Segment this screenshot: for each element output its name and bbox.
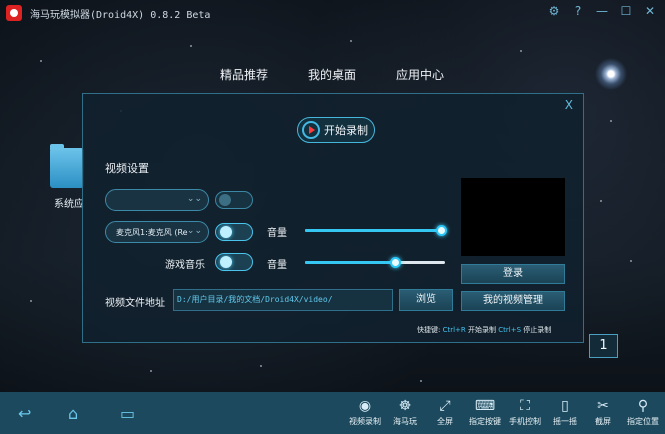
hint-prefix: 快捷键: [417, 326, 441, 334]
tab-featured[interactable]: 精品推荐 [220, 66, 268, 83]
hint-action-start: 开始录制 [468, 326, 497, 334]
game-music-label: 游戏音乐 [165, 260, 205, 271]
desktop-app-icon[interactable] [50, 144, 84, 188]
tool-label: 全屏 [437, 417, 453, 426]
tool-key-mapping[interactable]: ⌨ 指定按键 [466, 396, 504, 427]
mic-volume-label: 音量 [267, 228, 287, 239]
hint-action-stop: 停止录制 [523, 326, 552, 334]
title-bar: 海马玩模拟器(Droid4X) 0.8.2 Beta ⚙ ? — ☐ ✕ [0, 0, 665, 26]
shake-icon: ▯ [561, 398, 569, 414]
music-volume-fill [305, 261, 396, 264]
galaxy-logo-icon [595, 58, 627, 90]
maximize-icon[interactable]: ☐ [619, 4, 633, 18]
toggle-knob [220, 226, 232, 238]
home-icon[interactable]: ⌂ [68, 404, 78, 423]
tool-location[interactable]: ⚲ 指定位置 [624, 396, 662, 427]
tab-app-center[interactable]: 应用中心 [396, 66, 444, 83]
browse-button[interactable]: 浏览 [399, 289, 453, 311]
start-record-button[interactable]: 开始录制 [297, 117, 375, 143]
keyboard-icon: ⌨ [474, 398, 496, 414]
desktop-app-label: 系统应 [54, 199, 84, 210]
tool-label: 视频录制 [349, 417, 381, 426]
music-volume-thumb[interactable] [390, 257, 401, 268]
video-source-select[interactable]: ⌄⌄ [105, 189, 209, 211]
tool-label: 海马玩 [393, 417, 417, 426]
tab-my-desktop[interactable]: 我的桌面 [308, 66, 356, 83]
window-controls: ⚙ ? — ☐ ✕ [547, 4, 657, 18]
help-icon[interactable]: ? [571, 4, 585, 18]
play-record-icon [302, 121, 320, 139]
close-icon[interactable]: ✕ [643, 4, 657, 18]
folder-icon [50, 144, 84, 188]
tool-screenshot[interactable]: ✂ 截屏 [584, 396, 622, 427]
toggle-knob [220, 256, 232, 268]
video-source-toggle[interactable] [215, 191, 253, 209]
recent-apps-icon[interactable]: ▭ [120, 404, 135, 423]
mic-toggle[interactable] [215, 223, 253, 241]
minimize-icon[interactable]: — [595, 4, 609, 18]
back-icon[interactable]: ↩ [18, 404, 31, 423]
haimawan-icon: ☸ [398, 398, 412, 414]
tool-label: 摇一摇 [553, 417, 577, 426]
camera-icon: ◉ [358, 398, 372, 414]
tool-label: 指定位置 [627, 417, 659, 426]
video-path-input[interactable]: D:/用户目录/我的文档/Droid4X/video/ [173, 289, 393, 311]
bottom-bar: ↩ ⌂ ▭ ◉ 视频录制 ☸ 海马玩 ⤢ 全屏 ⌨ 指定按键 ⛶ 手机控制 ▯ … [0, 392, 665, 434]
hint-key-start: Ctrl+R [442, 326, 466, 334]
scissors-icon: ✂ [597, 398, 609, 414]
mic-select-value: 麦克风1:麦克风 (Re [116, 227, 188, 237]
music-volume-label: 音量 [267, 260, 287, 271]
tool-label: 指定按键 [469, 417, 501, 426]
shortcut-hint: 快捷键: Ctrl+R 开始录制 Ctrl+S 停止录制 [417, 325, 551, 335]
phone-control-icon: ⛶ [520, 398, 530, 414]
my-videos-button[interactable]: 我的视频管理 [461, 291, 565, 311]
music-volume-slider[interactable] [305, 257, 445, 268]
location-pin-icon: ⚲ [637, 398, 649, 414]
dialog-close-icon[interactable]: X [565, 98, 573, 112]
chevron-down-icon: ⌄⌄ [186, 226, 202, 236]
tool-fullscreen[interactable]: ⤢ 全屏 [426, 396, 464, 427]
page-number[interactable]: 1 [589, 334, 618, 358]
video-preview [461, 178, 565, 256]
mic-volume-slider[interactable] [305, 225, 448, 236]
tool-haimawan[interactable]: ☸ 海马玩 [386, 396, 424, 427]
toggle-knob [219, 194, 231, 206]
fullscreen-icon: ⤢ [439, 398, 451, 414]
game-music-toggle[interactable] [215, 253, 253, 271]
settings-icon[interactable]: ⚙ [547, 4, 561, 18]
mic-volume-thumb[interactable] [436, 225, 448, 236]
video-path-label: 视频文件地址 [105, 298, 165, 309]
start-record-label: 开始录制 [324, 124, 368, 137]
tool-phone-control[interactable]: ⛶ 手机控制 [506, 396, 544, 427]
window-title: 海马玩模拟器(Droid4X) 0.8.2 Beta [30, 9, 211, 21]
video-settings-title: 视频设置 [105, 162, 149, 175]
hint-key-stop: Ctrl+S [498, 326, 522, 334]
video-record-dialog: X 开始录制 视频设置 ⌄⌄ 麦克风1:麦克风 (Re ⌄⌄ 音量 游戏音乐 音… [82, 93, 584, 343]
chevron-down-icon: ⌄⌄ [186, 194, 202, 204]
mic-select[interactable]: 麦克风1:麦克风 (Re ⌄⌄ [105, 221, 209, 243]
tool-video-record[interactable]: ◉ 视频录制 [346, 396, 384, 427]
login-button[interactable]: 登录 [461, 264, 565, 284]
tool-label: 手机控制 [509, 417, 541, 426]
tool-label: 截屏 [595, 417, 611, 426]
app-logo [6, 5, 22, 21]
mic-volume-fill [305, 229, 443, 232]
tool-shake[interactable]: ▯ 摇一摇 [546, 396, 584, 427]
top-nav: 精品推荐 我的桌面 应用中心 [0, 66, 665, 84]
